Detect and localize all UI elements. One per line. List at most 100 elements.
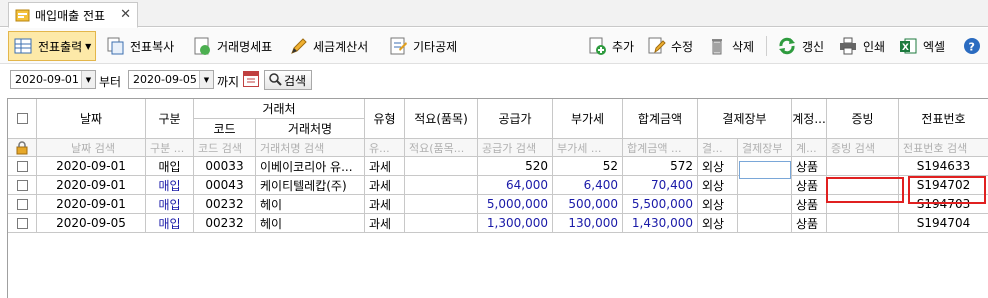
search-button[interactable]: 검색 xyxy=(264,70,313,90)
cell-ledger-extra[interactable] xyxy=(738,214,792,233)
cell-summary[interactable] xyxy=(405,157,478,176)
cell-category[interactable]: 매입 xyxy=(146,157,194,176)
cell-type[interactable]: 과세 xyxy=(365,157,405,176)
col-ledger[interactable]: 결제장부 xyxy=(698,99,792,139)
cell-code[interactable]: 00033 xyxy=(194,157,256,176)
cell-supply[interactable]: 520 xyxy=(478,157,553,176)
row-checkbox-cell[interactable] xyxy=(8,157,37,176)
cell-account[interactable]: 상품 xyxy=(792,176,827,195)
cell-summary[interactable] xyxy=(405,195,478,214)
delete-button[interactable]: 삭제 xyxy=(703,31,758,61)
close-icon[interactable]: ✕ xyxy=(120,7,131,22)
filter-account[interactable]: 계... xyxy=(792,139,827,157)
slip-output-button[interactable]: 전표출력 ▼ xyxy=(8,31,97,61)
row-checkbox-cell[interactable] xyxy=(8,176,37,195)
cell-total[interactable]: 5,500,000 xyxy=(623,195,698,214)
cell-date[interactable]: 2020-09-01 xyxy=(37,176,146,195)
edit-button[interactable]: 수정 xyxy=(642,31,697,61)
cell-partner-name[interactable]: 케이티텔레캅(주) xyxy=(256,176,365,195)
row-checkbox-cell[interactable] xyxy=(8,214,37,233)
col-code[interactable]: 코드 xyxy=(194,119,256,139)
select-all-checkbox[interactable] xyxy=(16,113,28,124)
tab-purchase-sales-slip[interactable]: 매입매출 전표 ✕ xyxy=(8,2,138,28)
print-button[interactable]: 인쇄 xyxy=(834,31,889,61)
cell-partner-name[interactable]: 헤이 xyxy=(256,214,365,233)
cell-date[interactable]: 2020-09-05 xyxy=(37,214,146,233)
cell-ledger[interactable]: 외상 xyxy=(698,214,738,233)
col-vat[interactable]: 부가세 xyxy=(553,99,623,139)
refresh-button[interactable]: 갱신 xyxy=(773,31,828,61)
cell-vat[interactable]: 500,000 xyxy=(553,195,623,214)
chevron-down-icon[interactable]: ▼ xyxy=(81,71,95,88)
cell-proof[interactable] xyxy=(827,157,899,176)
cell-type[interactable]: 과세 xyxy=(365,214,405,233)
cell-date[interactable]: 2020-09-01 xyxy=(37,195,146,214)
col-type[interactable]: 유형 xyxy=(365,99,405,139)
col-supply[interactable]: 공급가 xyxy=(478,99,553,139)
statement-button[interactable]: 거래명세표 xyxy=(188,31,276,61)
select-all-checkbox-cell[interactable] xyxy=(8,99,37,139)
filter-partner-name[interactable]: 거래처명 검색 xyxy=(256,139,365,157)
tax-invoice-button[interactable]: 세금계산서 xyxy=(284,31,372,61)
cell-ledger[interactable]: 외상 xyxy=(698,176,738,195)
cell-category[interactable]: 매입 xyxy=(146,214,194,233)
cell-account[interactable]: 상품 xyxy=(792,214,827,233)
add-button[interactable]: 추가 xyxy=(583,31,638,61)
cell-vat[interactable]: 130,000 xyxy=(553,214,623,233)
cell-date[interactable]: 2020-09-01 xyxy=(37,157,146,176)
cell-ledger[interactable]: 외상 xyxy=(698,195,738,214)
cell-ledger-extra[interactable] xyxy=(738,195,792,214)
cell-account[interactable]: 상품 xyxy=(792,195,827,214)
filter-summary[interactable]: 적요(품목... xyxy=(405,139,478,157)
to-date-field[interactable]: 2020-09-05 ▼ xyxy=(128,70,214,89)
filter-date[interactable]: 날짜 검색 xyxy=(37,139,146,157)
cell-type[interactable]: 과세 xyxy=(365,195,405,214)
filter-total[interactable]: 합계금액 ... xyxy=(623,139,698,157)
row-checkbox[interactable] xyxy=(16,179,28,191)
lock-icon[interactable] xyxy=(8,139,37,157)
cell-partner-name[interactable]: 이베이코리아 유... xyxy=(256,157,365,176)
filter-supply[interactable]: 공급가 검색 xyxy=(478,139,553,157)
slip-copy-button[interactable]: 전표복사 xyxy=(101,31,178,61)
filter-category[interactable]: 구분 ... xyxy=(146,139,194,157)
cell-summary[interactable] xyxy=(405,214,478,233)
from-date-field[interactable]: 2020-09-01 ▼ xyxy=(10,70,96,89)
cell-summary[interactable] xyxy=(405,176,478,195)
cell-category[interactable]: 매입 xyxy=(146,176,194,195)
help-button[interactable]: ? xyxy=(958,31,988,61)
col-partner-name[interactable]: 거래처명 xyxy=(256,119,365,139)
filter-ledger-a[interactable]: 결... xyxy=(698,139,738,157)
filter-vat[interactable]: 부가세 ... xyxy=(553,139,623,157)
cell-total[interactable]: 572 xyxy=(623,157,698,176)
other-deduction-button[interactable]: 기타공제 xyxy=(384,31,461,61)
cell-vat[interactable]: 6,400 xyxy=(553,176,623,195)
row-checkbox[interactable] xyxy=(16,198,28,210)
cell-total[interactable]: 1,430,000 xyxy=(623,214,698,233)
cell-category[interactable]: 매입 xyxy=(146,195,194,214)
filter-ledger-b[interactable]: 결제장부 xyxy=(738,139,792,157)
cell-partner-name[interactable]: 헤이 xyxy=(256,195,365,214)
filter-type[interactable]: 유... xyxy=(365,139,405,157)
cell-type[interactable]: 과세 xyxy=(365,176,405,195)
filter-slip-no[interactable]: 전표번호 검색 xyxy=(899,139,988,157)
col-proof[interactable]: 증빙 xyxy=(827,99,899,139)
filter-proof[interactable]: 증빙 검색 xyxy=(827,139,899,157)
excel-button[interactable]: X 엑셀 xyxy=(894,31,949,61)
cell-supply[interactable]: 5,000,000 xyxy=(478,195,553,214)
col-date[interactable]: 날짜 xyxy=(37,99,146,139)
chevron-down-icon[interactable]: ▼ xyxy=(199,71,213,88)
cell-ledger[interactable]: 외상 xyxy=(698,157,738,176)
col-summary[interactable]: 적요(품목) xyxy=(405,99,478,139)
cell-proof[interactable] xyxy=(827,214,899,233)
filter-code[interactable]: 코드 검색 xyxy=(194,139,256,157)
col-category[interactable]: 구분 xyxy=(146,99,194,139)
cell-total[interactable]: 70,400 xyxy=(623,176,698,195)
row-checkbox-cell[interactable] xyxy=(8,195,37,214)
cell-slip-no[interactable]: S194633 xyxy=(899,157,988,176)
row-checkbox[interactable] xyxy=(16,217,28,229)
cell-supply[interactable]: 1,300,000 xyxy=(478,214,553,233)
col-slip-no[interactable]: 전표번호 xyxy=(899,99,988,139)
cell-code[interactable]: 00232 xyxy=(194,195,256,214)
cell-supply[interactable]: 64,000 xyxy=(478,176,553,195)
cell-code[interactable]: 00043 xyxy=(194,176,256,195)
